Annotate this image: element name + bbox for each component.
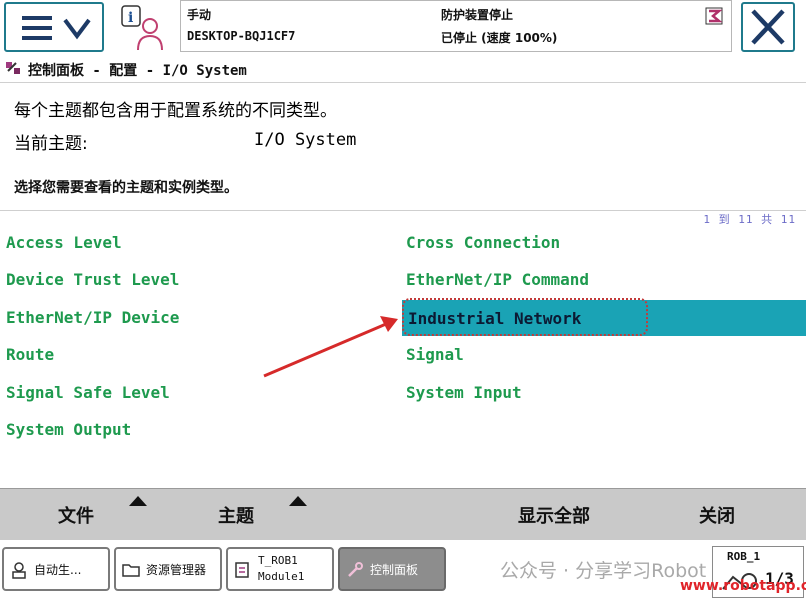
close-window-button[interactable] bbox=[741, 2, 795, 52]
annotation-arrow-icon bbox=[263, 316, 398, 378]
select-hint: 选择您需要查看的主题和实例类型。 bbox=[14, 180, 238, 196]
operating-mode: 手动 bbox=[187, 8, 212, 22]
main-menu-button[interactable] bbox=[4, 2, 104, 52]
speed-status: 已停止 (速度 100%) bbox=[441, 31, 558, 45]
control-panel-icon bbox=[6, 62, 20, 74]
folder-icon bbox=[122, 564, 140, 577]
task-explorer-label: 资源管理器 bbox=[146, 563, 207, 577]
task-auto-production[interactable]: 自动生... bbox=[2, 547, 110, 591]
hamburger-icon bbox=[22, 16, 52, 40]
type-item-system-input[interactable]: System Input bbox=[406, 383, 522, 402]
wrench-icon bbox=[348, 562, 363, 577]
command-bar: 文件 主题 显示全部 关闭 bbox=[0, 488, 806, 541]
type-item-cross-connection[interactable]: Cross Connection bbox=[406, 233, 560, 252]
task-control-panel-label: 控制面板 bbox=[370, 563, 419, 577]
show-all-button[interactable]: 显示全部 bbox=[518, 502, 590, 528]
svg-text:i: i bbox=[128, 10, 133, 26]
topic-menu-arrow-icon bbox=[289, 496, 307, 506]
topic-menu-button[interactable]: 主题 bbox=[218, 502, 254, 528]
type-item-ethernet-ip-command[interactable]: EtherNet/IP Command bbox=[406, 270, 589, 289]
auto-production-icon bbox=[12, 562, 26, 579]
task-explorer[interactable]: 资源管理器 bbox=[114, 547, 222, 591]
type-item-signal[interactable]: Signal bbox=[406, 345, 464, 364]
file-menu-button[interactable]: 文件 bbox=[58, 502, 94, 528]
type-item-ethernet-ip-device[interactable]: EtherNet/IP Device bbox=[6, 308, 179, 327]
system-name: DESKTOP-BQJ1CF7 bbox=[187, 29, 296, 43]
type-item-device-trust-level[interactable]: Device Trust Level bbox=[6, 270, 179, 289]
chevron-down-icon bbox=[63, 18, 91, 40]
type-item-system-output[interactable]: System Output bbox=[6, 420, 131, 439]
type-item-route[interactable]: Route bbox=[6, 345, 54, 364]
rob-status-label: ROB_1 bbox=[727, 550, 761, 563]
task-rob-line1: T_ROB1 bbox=[258, 554, 298, 567]
event-log-icon[interactable]: i bbox=[118, 4, 170, 52]
current-topic-value: I/O System bbox=[254, 130, 357, 150]
type-item-access-level[interactable]: Access Level bbox=[6, 233, 122, 252]
status-panel[interactable]: 手动 DESKTOP-BQJ1CF7 防护装置停止 已停止 (速度 100%) bbox=[180, 0, 732, 52]
watermark-text: 公众号 · 分享学习Robot bbox=[500, 560, 707, 582]
file-menu-arrow-icon bbox=[129, 496, 147, 506]
close-button[interactable]: 关闭 bbox=[699, 502, 735, 528]
safety-status: 防护装置停止 bbox=[441, 8, 514, 22]
program-status-icon bbox=[705, 7, 723, 25]
program-editor-icon bbox=[235, 562, 249, 578]
task-rob-line2: Module1 bbox=[258, 570, 305, 583]
breadcrumb-text: 控制面板 - 配置 - I/O System bbox=[28, 63, 247, 79]
breadcrumb: 控制面板 - 配置 - I/O System bbox=[0, 56, 806, 83]
task-auto-label: 自动生... bbox=[34, 563, 82, 577]
watermark-url: www.robotapp.cn bbox=[680, 578, 806, 594]
selection-annotation-ring bbox=[402, 298, 648, 336]
task-control-panel[interactable]: 控制面板 bbox=[338, 547, 446, 591]
close-icon bbox=[751, 9, 785, 45]
type-item-signal-safe-level[interactable]: Signal Safe Level bbox=[6, 383, 170, 402]
top-bar: i 手动 DESKTOP-BQJ1CF7 防护装置停止 已停止 (速度 100%… bbox=[0, 0, 806, 56]
current-topic-label: 当前主题: bbox=[14, 134, 88, 154]
task-program-editor[interactable]: T_ROB1 Module1 bbox=[226, 547, 334, 591]
item-counter: 1 到 11 共 11 bbox=[703, 213, 796, 226]
topic-description: 每个主题都包含用于配置系统的不同类型。 bbox=[14, 101, 337, 121]
